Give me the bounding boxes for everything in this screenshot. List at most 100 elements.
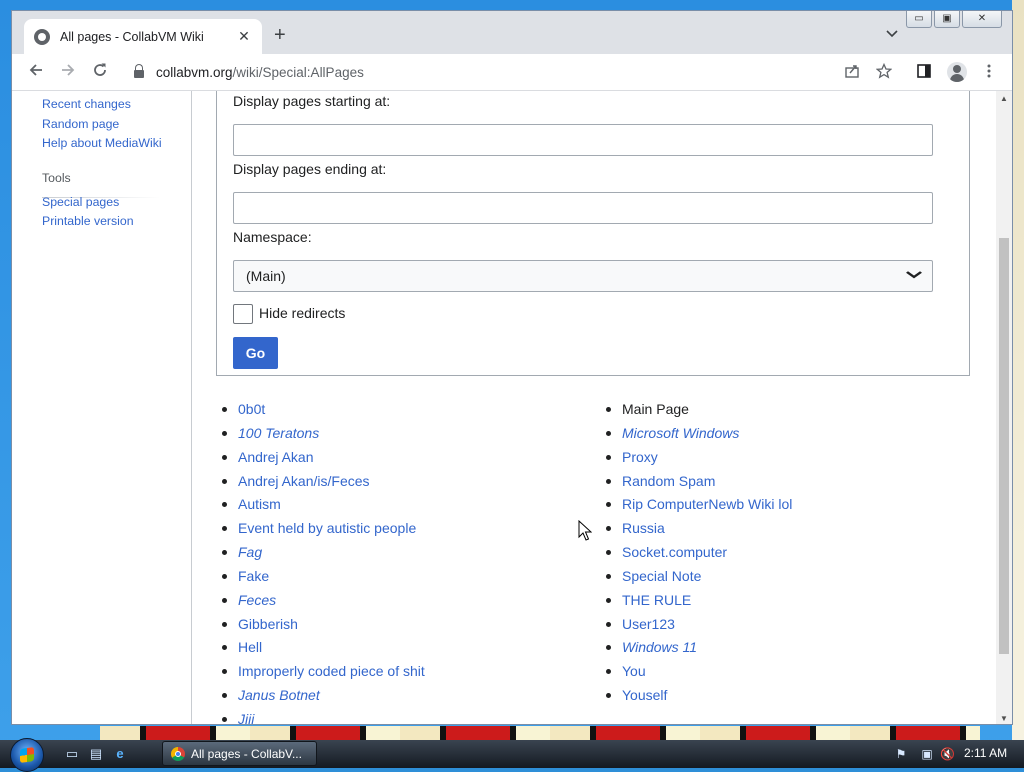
page-link[interactable]: Janus Botnet xyxy=(238,687,320,703)
share-icon[interactable] xyxy=(842,63,862,84)
volume-muted-icon[interactable]: 🔇 xyxy=(940,747,955,761)
address-bar[interactable]: collabvm.org/wiki/Special:AllPages xyxy=(124,58,894,86)
page-link[interactable]: Proxy xyxy=(622,449,658,465)
page-link[interactable]: Youself xyxy=(622,687,667,703)
page-link[interactable]: Event held by autistic people xyxy=(238,520,416,536)
page-link[interactable]: Hell xyxy=(238,639,262,655)
taskbar-button-browser[interactable]: All pages - CollabV... xyxy=(162,741,317,766)
page-link[interactable]: 100 Teratons xyxy=(238,425,319,441)
page-link[interactable]: Socket.computer xyxy=(622,544,727,560)
list-item: Improperly coded piece of shit xyxy=(222,659,425,683)
page-link[interactable]: Random Spam xyxy=(622,473,715,489)
profile-avatar-icon[interactable] xyxy=(947,62,967,82)
side-panel-icon[interactable] xyxy=(914,63,934,84)
window-controls: ▭ ▣ ✕ xyxy=(906,11,1002,28)
tools-heading: Tools xyxy=(42,171,71,185)
list-item: Fake xyxy=(222,564,425,588)
list-item: Russia xyxy=(606,516,792,540)
page-link[interactable]: Andrej Akan xyxy=(238,449,314,465)
more-menu-icon[interactable] xyxy=(979,63,999,84)
back-arrow-icon[interactable] xyxy=(26,62,46,82)
lock-icon[interactable] xyxy=(134,64,144,78)
minimize-button[interactable]: ▭ xyxy=(906,11,932,28)
page-link[interactable]: 0b0t xyxy=(238,401,265,417)
sidebar-link-random-page[interactable]: Random page xyxy=(42,117,119,131)
sidebar-link-special-pages[interactable]: Special pages xyxy=(42,195,119,209)
show-desktop-icon[interactable]: ▭ xyxy=(64,747,80,761)
list-item: Rip ComputerNewb Wiki lol xyxy=(606,492,792,516)
page-link[interactable]: Main Page xyxy=(622,401,689,417)
page-link[interactable]: User123 xyxy=(622,616,675,632)
desktop-wallpaper-edge xyxy=(1012,0,1024,768)
reload-icon[interactable] xyxy=(90,62,110,82)
maximize-button[interactable]: ▣ xyxy=(934,11,960,28)
end-input[interactable] xyxy=(233,192,933,224)
list-item: Andrej Akan xyxy=(222,445,425,469)
bookmark-star-icon[interactable] xyxy=(874,62,894,84)
list-item: Janus Botnet xyxy=(222,683,425,707)
vertical-scrollbar[interactable]: ▲ ▼ xyxy=(996,91,1012,724)
list-item: You xyxy=(606,659,792,683)
list-item: Hell xyxy=(222,635,425,659)
scrollbar-thumb[interactable] xyxy=(999,238,1009,654)
page-list-column-1: 0b0t 100 Teratons Andrej Akan Andrej Akan/i… xyxy=(222,397,425,724)
sidebar-link-printable-version[interactable]: Printable version xyxy=(42,214,134,228)
page-link[interactable]: Feces xyxy=(238,592,276,608)
windows-taskbar: ▭ ▤ e All pages - CollabV... ⚑ ▣ 🔇 2:11 … xyxy=(0,738,1024,772)
page-link[interactable]: You xyxy=(622,663,646,679)
scroll-up-arrow-icon[interactable]: ▲ xyxy=(1000,94,1008,103)
windows-logo-icon xyxy=(20,747,34,763)
namespace-selected-value: (Main) xyxy=(246,268,286,284)
list-item: 0b0t xyxy=(222,397,425,421)
start-button[interactable] xyxy=(10,738,44,772)
page-link[interactable]: Fag xyxy=(238,544,262,560)
page-link[interactable]: Improperly coded piece of shit xyxy=(238,663,425,679)
namespace-select[interactable]: (Main) xyxy=(233,260,933,292)
sidebar-link-recent-changes[interactable]: Recent changes xyxy=(42,97,131,111)
browser-window: All pages - CollabVM Wiki ✕ + ▭ ▣ ✕ coll… xyxy=(11,10,1013,725)
page-link[interactable]: Special Note xyxy=(622,568,701,584)
list-item: Special Note xyxy=(606,564,792,588)
page-link[interactable]: THE RULE xyxy=(622,592,691,608)
tab-search-chevron-icon[interactable] xyxy=(886,27,898,41)
new-tab-button[interactable]: + xyxy=(274,25,286,45)
explorer-icon[interactable]: ▤ xyxy=(88,747,104,761)
system-clock[interactable]: 2:11 AM xyxy=(964,746,1007,760)
list-item: Gibberish xyxy=(222,612,425,636)
tab-close-icon[interactable]: ✕ xyxy=(236,28,252,45)
list-item: Socket.computer xyxy=(606,540,792,564)
list-item: Jjjj xyxy=(222,707,425,724)
sidebar-link-help[interactable]: Help about MediaWiki xyxy=(42,136,162,150)
chevron-down-icon xyxy=(906,270,923,282)
page-link[interactable]: Gibberish xyxy=(238,616,298,632)
page-link[interactable]: Windows 11 xyxy=(622,639,697,655)
hide-redirects-checkbox[interactable] xyxy=(233,304,253,324)
list-item: Youself xyxy=(606,683,792,707)
list-item: Feces xyxy=(222,588,425,612)
close-window-button[interactable]: ✕ xyxy=(962,11,1002,28)
globe-icon xyxy=(34,28,50,45)
network-icon[interactable]: ▣ xyxy=(920,747,934,761)
page-link[interactable]: Andrej Akan/is/Feces xyxy=(238,473,370,489)
chrome-icon xyxy=(171,746,185,761)
hide-redirects-label[interactable]: Hide redirects xyxy=(259,305,345,321)
list-item: Proxy xyxy=(606,445,792,469)
wiki-sidebar: Recent changes Random page Help about Me… xyxy=(12,91,191,724)
page-link[interactable]: Microsoft Windows xyxy=(622,425,739,441)
internet-explorer-icon[interactable]: e xyxy=(112,747,128,761)
forward-arrow-icon[interactable] xyxy=(58,62,78,82)
list-item: 100 Teratons xyxy=(222,421,425,445)
page-link[interactable]: Autism xyxy=(238,496,281,512)
action-center-flag-icon[interactable]: ⚑ xyxy=(894,747,908,761)
page-link[interactable]: Jjjj xyxy=(238,711,254,724)
start-input[interactable] xyxy=(233,124,933,156)
page-link[interactable]: Rip ComputerNewb Wiki lol xyxy=(622,496,792,512)
scroll-down-arrow-icon[interactable]: ▼ xyxy=(1000,714,1008,723)
page-link[interactable]: Russia xyxy=(622,520,665,536)
url-host: collabvm.org xyxy=(156,64,233,80)
list-item: Microsoft Windows xyxy=(606,421,792,445)
go-button[interactable]: Go xyxy=(233,337,278,369)
tab-all-pages[interactable]: All pages - CollabVM Wiki ✕ xyxy=(24,19,262,54)
namespace-label: Namespace: xyxy=(233,229,312,245)
page-link[interactable]: Fake xyxy=(238,568,269,584)
